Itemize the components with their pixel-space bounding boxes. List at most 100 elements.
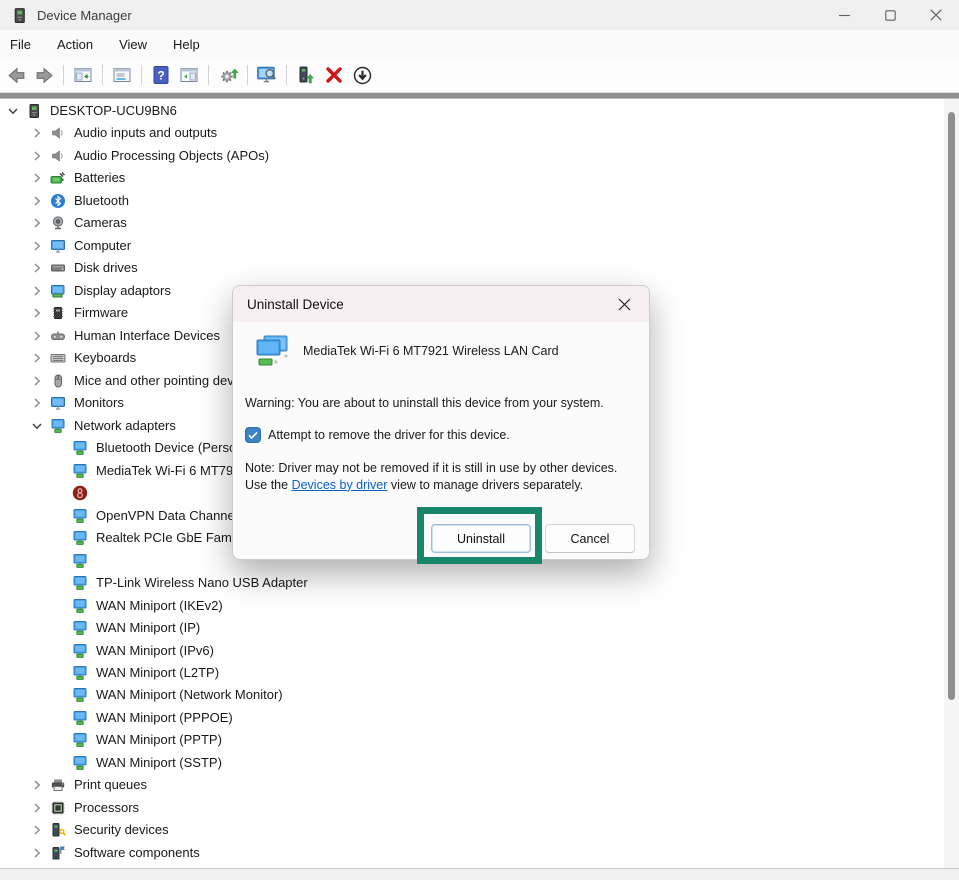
tree-item-wan-miniport-ikev2[interactable]: WAN Miniport (IKEv2): [0, 595, 940, 617]
chevron-right-icon[interactable]: [29, 373, 45, 389]
remove-driver-checkbox[interactable]: [245, 427, 261, 443]
tree-item-wan-miniport-pppoe[interactable]: WAN Miniport (PPPOE): [0, 707, 940, 729]
tree-item-tp-link-wireless-nano-usb-adapter[interactable]: TP-Link Wireless Nano USB Adapter: [0, 572, 940, 594]
scrollbar-thumb[interactable]: [948, 112, 955, 700]
minimize-button[interactable]: [821, 0, 867, 30]
menu-item-file[interactable]: File: [8, 33, 41, 56]
tree-item-label: WAN Miniport (IP): [96, 620, 200, 635]
chevron-right-icon[interactable]: [29, 260, 45, 276]
tree-item-wan-miniport-sstp[interactable]: WAN Miniport (SSTP): [0, 752, 940, 774]
chevron-right-icon[interactable]: [29, 328, 45, 344]
menubar: File Action View Help: [0, 30, 959, 58]
chevron-right-icon[interactable]: [29, 148, 45, 164]
tree-item-computer[interactable]: Computer: [0, 235, 940, 257]
window-action-icon: [179, 65, 199, 85]
tree-item-label: Mice and other pointing devices: [74, 373, 257, 388]
toolbar-update-driver-button[interactable]: [215, 62, 241, 88]
toolbar-action-pane-button[interactable]: [176, 62, 202, 88]
mouse-icon: [50, 373, 66, 389]
uninstall-button[interactable]: Uninstall: [431, 524, 531, 553]
toolbar-back-button[interactable]: [3, 62, 29, 88]
maximize-button[interactable]: [867, 0, 913, 30]
minimize-icon: [839, 10, 850, 21]
tree-item-label: DESKTOP-UCU9BN6: [50, 103, 177, 118]
chevron-down-icon[interactable]: [29, 418, 45, 434]
chevron-right-icon[interactable]: [29, 238, 45, 254]
tree-item-label: Bluetooth: [74, 193, 129, 208]
toolbar-help-button[interactable]: ?: [148, 62, 174, 88]
toolbar-update-device-driver-button[interactable]: [293, 62, 319, 88]
vertical-scrollbar[interactable]: [944, 99, 959, 868]
tree-item-label: Security devices: [74, 822, 169, 837]
processor-icon: [50, 800, 66, 816]
arrow-right-icon: [34, 65, 55, 86]
chevron-right-icon[interactable]: [29, 215, 45, 231]
tree-item-wan-miniport-ipv6[interactable]: WAN Miniport (IPv6): [0, 640, 940, 662]
tree-item-cameras[interactable]: Cameras: [0, 212, 940, 234]
dialog-note-text: Note: Driver may not be removed if it is…: [245, 460, 625, 493]
tree-item-wan-miniport-l2tp[interactable]: WAN Miniport (L2TP): [0, 662, 940, 684]
red-circle-icon: [72, 485, 88, 501]
tree-item-wan-miniport-network-monitor[interactable]: WAN Miniport (Network Monitor): [0, 684, 940, 706]
toolbar-show-console-tree-button[interactable]: [70, 62, 96, 88]
toolbar-scan-hardware-changes-button[interactable]: [254, 62, 280, 88]
tree-item-wan-miniport-pptp[interactable]: WAN Miniport (PPTP): [0, 729, 940, 751]
toolbar-disable-device-button[interactable]: [349, 62, 375, 88]
chevron-right-icon[interactable]: [29, 305, 45, 321]
menu-item-help[interactable]: Help: [163, 33, 210, 56]
network-icon: [72, 665, 88, 681]
chevron-right-icon[interactable]: [29, 283, 45, 299]
help-icon: ?: [151, 65, 171, 85]
monitor-icon: [50, 238, 66, 254]
tree-item-print-queues[interactable]: Print queues: [0, 774, 940, 796]
uninstall-device-dialog: Uninstall Device MediaTek Wi-Fi 6 MT7921…: [232, 285, 650, 560]
arrow-left-icon: [6, 65, 27, 86]
tree-item-label: Human Interface Devices: [74, 328, 220, 343]
chevron-right-icon[interactable]: [29, 822, 45, 838]
tree-item-bluetooth[interactable]: Bluetooth: [0, 190, 940, 212]
note-text-after: view to manage drivers separately.: [387, 478, 583, 492]
tree-item-disk-drives[interactable]: Disk drives: [0, 257, 940, 279]
tree-item-audio-processing-objects-apos[interactable]: Audio Processing Objects (APOs): [0, 145, 940, 167]
computer-root-icon: [26, 103, 42, 119]
chevron-right-icon[interactable]: [29, 395, 45, 411]
menu-item-action[interactable]: Action: [47, 33, 103, 56]
toolbar-uninstall-device-button[interactable]: [321, 62, 347, 88]
tree-item-audio-inputs-and-outputs[interactable]: Audio inputs and outputs: [0, 122, 940, 144]
chevron-right-icon[interactable]: [29, 777, 45, 793]
network-icon: [50, 418, 66, 434]
tree-item-label: Display adaptors: [74, 283, 171, 298]
toolbar-properties-button[interactable]: [109, 62, 135, 88]
tree-item-desktop-ucu9bn6[interactable]: DESKTOP-UCU9BN6: [0, 100, 940, 122]
menu-item-view[interactable]: View: [109, 33, 157, 56]
network-icon: [72, 732, 88, 748]
chevron-right-icon[interactable]: [29, 800, 45, 816]
tree-item-security-devices[interactable]: Security devices: [0, 819, 940, 841]
devices-by-driver-link[interactable]: Devices by driver: [292, 478, 388, 492]
speaker-icon: [50, 148, 66, 164]
network-icon: [72, 687, 88, 703]
monitor-search-icon: [256, 64, 278, 86]
chevron-down-icon[interactable]: [5, 103, 21, 119]
chevron-right-icon[interactable]: [29, 845, 45, 861]
tree-item-processors[interactable]: Processors: [0, 797, 940, 819]
tree-item-software-components[interactable]: Software components: [0, 842, 940, 864]
dialog-close-button[interactable]: [609, 290, 639, 318]
chevron-right-icon[interactable]: [29, 193, 45, 209]
chevron-right-icon[interactable]: [29, 350, 45, 366]
tree-item-batteries[interactable]: Batteries: [0, 167, 940, 189]
cancel-button[interactable]: Cancel: [545, 524, 635, 553]
toolbar-forward-button[interactable]: [31, 62, 57, 88]
chevron-right-icon[interactable]: [29, 125, 45, 141]
tree-item-label: Audio Processing Objects (APOs): [74, 148, 269, 163]
security-icon: [50, 822, 66, 838]
dialog-device-row: MediaTek Wi-Fi 6 MT7921 Wireless LAN Car…: [249, 334, 639, 374]
toolbar-separator: [247, 65, 248, 85]
tree-item-label: WAN Miniport (PPPOE): [96, 710, 233, 725]
tree-item-label: Audio inputs and outputs: [74, 125, 217, 140]
chevron-right-icon[interactable]: [29, 170, 45, 186]
tree-item-label: WAN Miniport (L2TP): [96, 665, 219, 680]
dialog-titlebar: Uninstall Device: [233, 286, 649, 322]
tree-item-wan-miniport-ip[interactable]: WAN Miniport (IP): [0, 617, 940, 639]
close-button[interactable]: [913, 0, 959, 30]
